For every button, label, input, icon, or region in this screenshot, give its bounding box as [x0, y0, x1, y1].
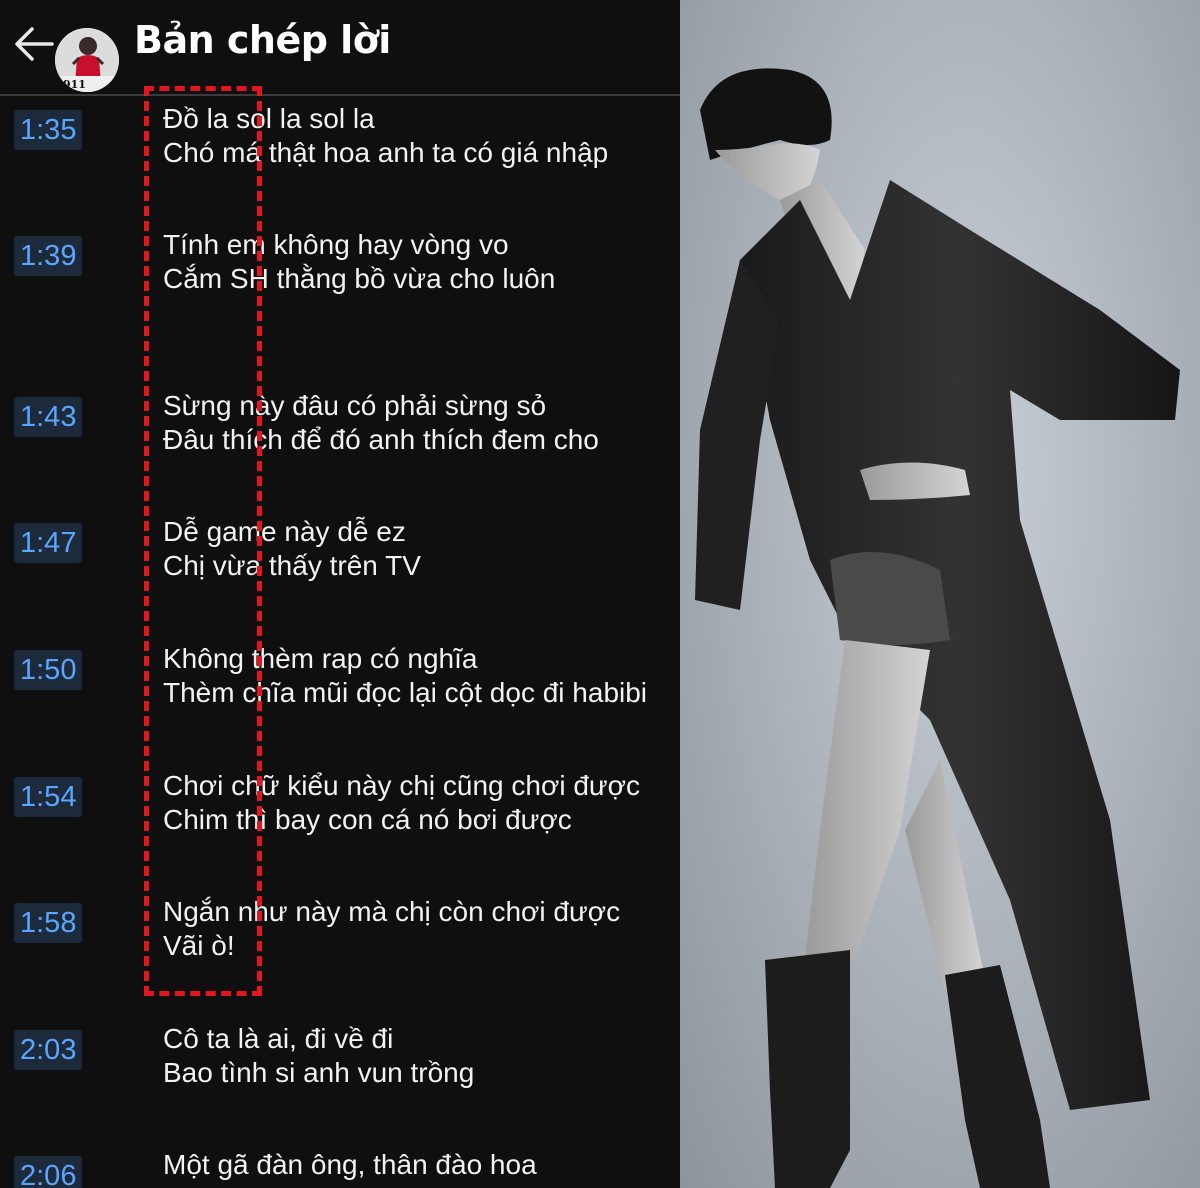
timestamp-chip[interactable]: 1:39 [14, 236, 83, 276]
lyric-line-2: Chó má thật hoa anh ta có giá nhập [163, 137, 609, 168]
channel-avatar[interactable]: 911 [55, 28, 119, 92]
lyric-line-2: Chị vừa thấy trên TV [163, 550, 421, 581]
timestamp-chip[interactable]: 1:47 [14, 523, 83, 563]
lyric-line-2: Bao tình si anh vun trồng [163, 1057, 475, 1088]
timestamp-chip[interactable]: 1:35 [14, 110, 83, 150]
lyric-text[interactable]: Không thèm rap có nghĩa Thèm chĩa mũi đọc… [163, 642, 647, 710]
timestamp-chip[interactable]: 1:58 [14, 903, 83, 943]
lyric-text[interactable]: Ngắn như này mà chị còn chơi được Vãi ò! [163, 895, 620, 963]
lyric-text[interactable]: Chơi chữ kiểu này chị cũng chơi được Chim… [163, 769, 640, 837]
transcript-header: 911 Bản chép lời [0, 0, 680, 96]
page-title: Bản chép lời [134, 18, 391, 62]
lyric-line-2: Thèm chĩa mũi đọc lại cột dọc đi habibi [163, 677, 648, 708]
lyric-text[interactable]: Một gã đàn ông, thân đào hoa [163, 1148, 537, 1182]
lyric-line-2: Vãi ò! [163, 930, 235, 961]
lyric-line-1: Sừng này đâu có phải sừng sỏ [163, 390, 547, 421]
transcript-panel: 911 Bản chép lời 1:35 Đồ la sol la sol la… [0, 0, 680, 1188]
lyric-text[interactable]: Dễ game này dễ ez Chị vừa thấy trên TV [163, 515, 421, 583]
lyric-line-2: Cắm SH thằng bồ vừa cho luôn [163, 263, 556, 294]
lyric-line-1: Không thèm rap có nghĩa [163, 643, 478, 674]
lyric-line-2: Chim thì bay con cá nó bơi được [163, 804, 572, 835]
lyric-line-1: Dễ game này dễ ez [163, 516, 406, 547]
lyric-line-1: Chơi chữ kiểu này chị cũng chơi được [163, 770, 640, 801]
model-photo-image [695, 68, 1180, 1188]
lyric-text[interactable]: Cô ta là ai, đi về đi Bao tình si anh vun… [163, 1022, 474, 1090]
arrow-left-icon [15, 27, 54, 61]
lyric-line-2: Đâu thích để đó anh thích đem cho [163, 424, 599, 455]
lyric-line-1: Ngắn như này mà chị còn chơi được [163, 896, 621, 927]
lyric-line-1: Đồ la sol la sol la [163, 103, 375, 134]
timestamp-chip[interactable]: 1:54 [14, 777, 83, 817]
avatar-badge: 911 [63, 78, 86, 91]
promo-photo [680, 0, 1200, 1188]
lyric-line-1: Một gã đàn ông, thân đào hoa [163, 1149, 537, 1180]
lyric-text[interactable]: Đồ la sol la sol la Chó má thật hoa anh t… [163, 102, 608, 170]
lyric-text[interactable]: Sừng này đâu có phải sừng sỏ Đâu thích để… [163, 389, 599, 457]
lyric-text[interactable]: Tính em không hay vòng vo Cắm SH thằng bồ… [163, 228, 555, 296]
timestamp-chip[interactable]: 2:06 [14, 1156, 83, 1188]
lyric-line-1: Cô ta là ai, đi về đi [163, 1023, 394, 1054]
back-button[interactable] [12, 22, 56, 66]
timestamp-chip[interactable]: 1:43 [14, 397, 83, 437]
timestamp-chip[interactable]: 1:50 [14, 650, 83, 690]
timestamp-chip[interactable]: 2:03 [14, 1030, 83, 1070]
lyric-line-1: Tính em không hay vòng vo [163, 229, 509, 260]
